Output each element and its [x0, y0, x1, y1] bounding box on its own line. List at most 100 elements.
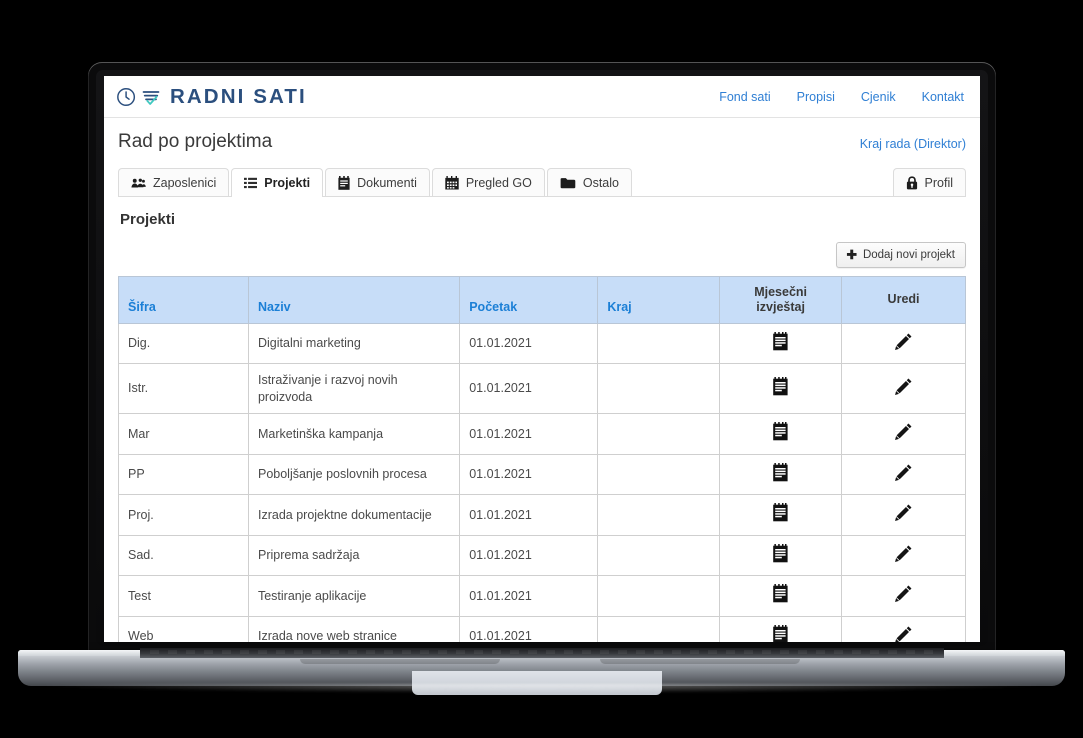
cell-pocetak: 01.01.2021	[459, 363, 599, 414]
cell-naziv: Priprema sadržaja	[247, 534, 461, 576]
app-page: RADNI SATI Fond sati Propisi Cjenik Kont…	[104, 76, 980, 642]
cell-monthly-report[interactable]	[719, 575, 843, 617]
cell-monthly-report[interactable]	[719, 494, 843, 536]
report-icon[interactable]	[772, 503, 789, 522]
page-title: Rad po projektima	[118, 131, 273, 152]
main-content: Projekti ✚ Dodaj novi projekt Šifra Nazi…	[104, 197, 980, 642]
cell-edit[interactable]	[841, 615, 966, 642]
cell-kraj	[597, 413, 721, 455]
tab-bar: Zaposlenici Projekti Dokumenti Pregled G…	[118, 168, 966, 197]
pencil-icon[interactable]	[894, 463, 913, 482]
cell-monthly-report[interactable]	[719, 534, 843, 576]
cell-edit[interactable]	[841, 363, 966, 414]
tab-ostalo[interactable]: Ostalo	[546, 168, 632, 196]
cell-sifra: PP	[118, 453, 249, 495]
cell-naziv: Izrada nove web stranice	[247, 615, 461, 642]
lock-icon	[906, 175, 918, 190]
cell-sifra: Sad.	[118, 534, 249, 576]
tab-pregled-go[interactable]: Pregled GO	[431, 168, 545, 196]
report-icon[interactable]	[772, 624, 789, 642]
monthly-report-line1: Mjesečni	[754, 285, 808, 299]
end-work-link[interactable]: Kraj rada (Direktor)	[860, 137, 966, 153]
report-icon[interactable]	[772, 584, 789, 603]
cell-sifra: Proj.	[118, 494, 249, 536]
cell-monthly-report[interactable]	[719, 453, 843, 495]
cell-monthly-report[interactable]	[719, 322, 843, 364]
column-header-pocetak[interactable]: Početak	[459, 276, 599, 324]
tab-label: Pregled GO	[465, 175, 532, 190]
report-icon[interactable]	[772, 422, 789, 441]
cell-monthly-report[interactable]	[719, 615, 843, 642]
tab-dokumenti[interactable]: Dokumenti	[325, 168, 430, 196]
cell-edit[interactable]	[841, 322, 966, 364]
cell-naziv: Marketinška kampanja	[247, 413, 461, 455]
nav-item-cjenik[interactable]: Cjenik	[861, 90, 896, 104]
cell-edit[interactable]	[841, 575, 966, 617]
table-header-row: Šifra Naziv Početak Kraj Mjesečni izvješ…	[118, 276, 966, 324]
cell-kraj	[597, 575, 721, 617]
table-row: Istr. Istraživanje i razvoj novih proizvo…	[118, 363, 966, 414]
brand-mark	[116, 86, 161, 108]
nav-item-fond-sati[interactable]: Fond sati	[719, 90, 770, 104]
pencil-icon[interactable]	[894, 503, 913, 522]
tab-label: Zaposlenici	[153, 175, 217, 190]
add-new-project-button[interactable]: ✚ Dodaj novi projekt	[836, 242, 966, 268]
cell-pocetak: 01.01.2021	[459, 322, 599, 364]
column-header-naziv[interactable]: Naziv	[247, 276, 461, 324]
cell-sifra: Test	[118, 575, 249, 617]
laptop-keys	[150, 650, 934, 654]
report-icon[interactable]	[772, 543, 789, 563]
pencil-icon[interactable]	[894, 422, 913, 441]
table-row: Dig. Digitalni marketing 01.01.2021	[118, 322, 966, 364]
cell-edit[interactable]	[841, 534, 966, 576]
pencil-icon[interactable]	[894, 584, 913, 603]
cell-pocetak: 01.01.2021	[459, 575, 599, 617]
cell-sifra: Mar	[118, 413, 249, 455]
cell-kraj	[597, 363, 721, 414]
report-icon[interactable]	[772, 331, 789, 351]
pencil-icon[interactable]	[894, 332, 913, 351]
cell-naziv: Poboljšanje poslovnih procesa	[247, 453, 461, 495]
cell-kraj	[597, 322, 721, 364]
projects-table: Šifra Naziv Početak Kraj Mjesečni izvješ…	[118, 276, 966, 642]
table-row: Web Izrada nove web stranice 01.01.2021	[118, 615, 966, 642]
title-row: Rad po projektima Kraj rada (Direktor)	[104, 118, 980, 153]
folder-icon	[560, 177, 576, 189]
cell-sifra: Istr.	[118, 363, 249, 414]
pencil-icon[interactable]	[894, 625, 913, 642]
top-navigation: Fond sati Propisi Cjenik Kontakt	[719, 90, 964, 104]
table-toolbar: ✚ Dodaj novi projekt	[118, 242, 966, 268]
report-icon[interactable]	[772, 462, 789, 482]
cell-naziv: Digitalni marketing	[247, 322, 461, 364]
section-title: Projekti	[120, 211, 176, 228]
report-icon[interactable]	[772, 376, 789, 396]
laptop-mockup: RADNI SATI Fond sati Propisi Cjenik Kont…	[0, 0, 1083, 738]
cell-edit[interactable]	[841, 413, 966, 455]
list-icon	[244, 177, 258, 189]
cell-naziv: Testiranje aplikacije	[247, 575, 461, 617]
cell-kraj	[597, 494, 721, 536]
cell-edit[interactable]	[841, 494, 966, 536]
column-header-kraj[interactable]: Kraj	[597, 276, 721, 324]
cell-naziv: Istraživanje i razvoj novih proizvoda	[247, 363, 461, 414]
table-row: Mar Marketinška kampanja 01.01.2021	[118, 413, 966, 455]
cell-monthly-report[interactable]	[719, 363, 843, 414]
cell-pocetak: 01.01.2021	[459, 413, 599, 455]
pencil-icon[interactable]	[894, 377, 913, 396]
cell-pocetak: 01.01.2021	[459, 534, 599, 576]
cell-edit[interactable]	[841, 453, 966, 495]
nav-item-propisi[interactable]: Propisi	[797, 90, 835, 104]
table-header: Šifra Naziv Početak Kraj Mjesečni izvješ…	[118, 276, 966, 324]
tab-zaposlenici[interactable]: Zaposlenici	[118, 168, 230, 196]
pencil-icon[interactable]	[894, 544, 913, 563]
cell-sifra: Web	[118, 615, 249, 642]
cell-monthly-report[interactable]	[719, 413, 843, 455]
cell-kraj	[597, 453, 721, 495]
nav-item-kontakt[interactable]: Kontakt	[922, 90, 964, 104]
tab-projekti[interactable]: Projekti	[231, 168, 324, 197]
cell-kraj	[597, 615, 721, 642]
column-header-sifra[interactable]: Šifra	[118, 276, 249, 324]
laptop-screen: RADNI SATI Fond sati Propisi Cjenik Kont…	[104, 76, 980, 642]
tab-profil[interactable]: Profil	[892, 168, 966, 196]
brand-logo[interactable]: RADNI SATI	[116, 85, 307, 109]
